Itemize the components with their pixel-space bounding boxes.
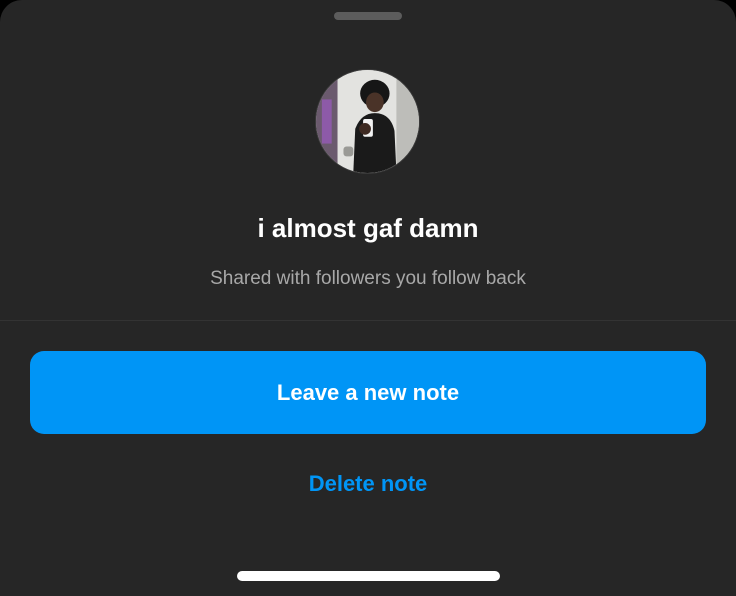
divider xyxy=(0,320,736,321)
avatar-photo xyxy=(316,70,419,173)
note-text: i almost gaf damn xyxy=(257,213,479,243)
sheet-grab-handle[interactable] xyxy=(334,12,402,20)
home-indicator xyxy=(237,571,500,581)
bottom-sheet: i almost gaf damn Shared with followers … xyxy=(0,0,736,596)
delete-note-button[interactable]: Delete note xyxy=(268,462,468,506)
leave-new-note-button[interactable]: Leave a new note xyxy=(30,351,706,434)
avatar xyxy=(315,69,420,174)
note-audience: Shared with followers you follow back xyxy=(210,268,526,289)
